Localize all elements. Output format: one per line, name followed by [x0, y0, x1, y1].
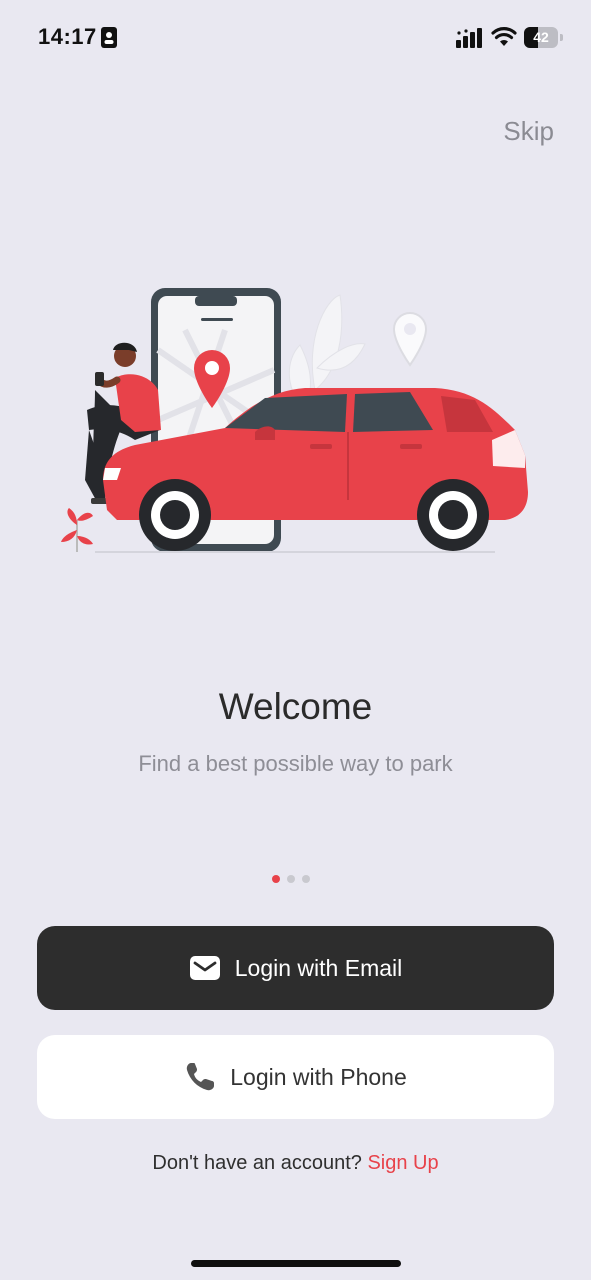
battery-icon: 42: [524, 27, 564, 48]
battery-body: 42: [524, 27, 558, 48]
map-pin-outline-icon: [392, 311, 428, 367]
signup-link[interactable]: Sign Up: [367, 1152, 438, 1174]
home-indicator: [191, 1260, 401, 1267]
plant-decoration: [61, 508, 93, 552]
status-bar: 14:17 42: [0, 0, 591, 76]
wifi-icon: [491, 27, 517, 46]
welcome-subtitle: Find a best possible way to park: [138, 751, 453, 776]
pagination-dot[interactable]: [287, 875, 295, 883]
login-phone-button[interactable]: Login with Phone: [37, 1035, 554, 1119]
login-email-button[interactable]: Login with Email: [37, 926, 554, 1010]
battery-percent: 42: [533, 29, 549, 45]
signup-prompt: Don't have an account?: [152, 1152, 362, 1174]
skip-button[interactable]: Skip: [503, 116, 554, 147]
cellular-signal-icon: [456, 28, 482, 48]
pagination-dot[interactable]: [302, 875, 310, 883]
envelope-icon: [189, 954, 221, 982]
login-phone-label: Login with Phone: [230, 1063, 407, 1090]
hero-illustration: [61, 288, 528, 553]
login-email-label: Login with Email: [234, 954, 403, 981]
welcome-title: Welcome: [218, 686, 373, 727]
pagination-dots: [272, 875, 310, 883]
phone-icon: [184, 1061, 216, 1093]
status-time: 14:17: [38, 24, 97, 49]
signup-row: Don't have an account? Sign Up: [0, 1152, 591, 1175]
pagination-dot[interactable]: [272, 875, 280, 883]
contact-card-icon: [101, 27, 117, 48]
battery-cap: [560, 34, 563, 41]
